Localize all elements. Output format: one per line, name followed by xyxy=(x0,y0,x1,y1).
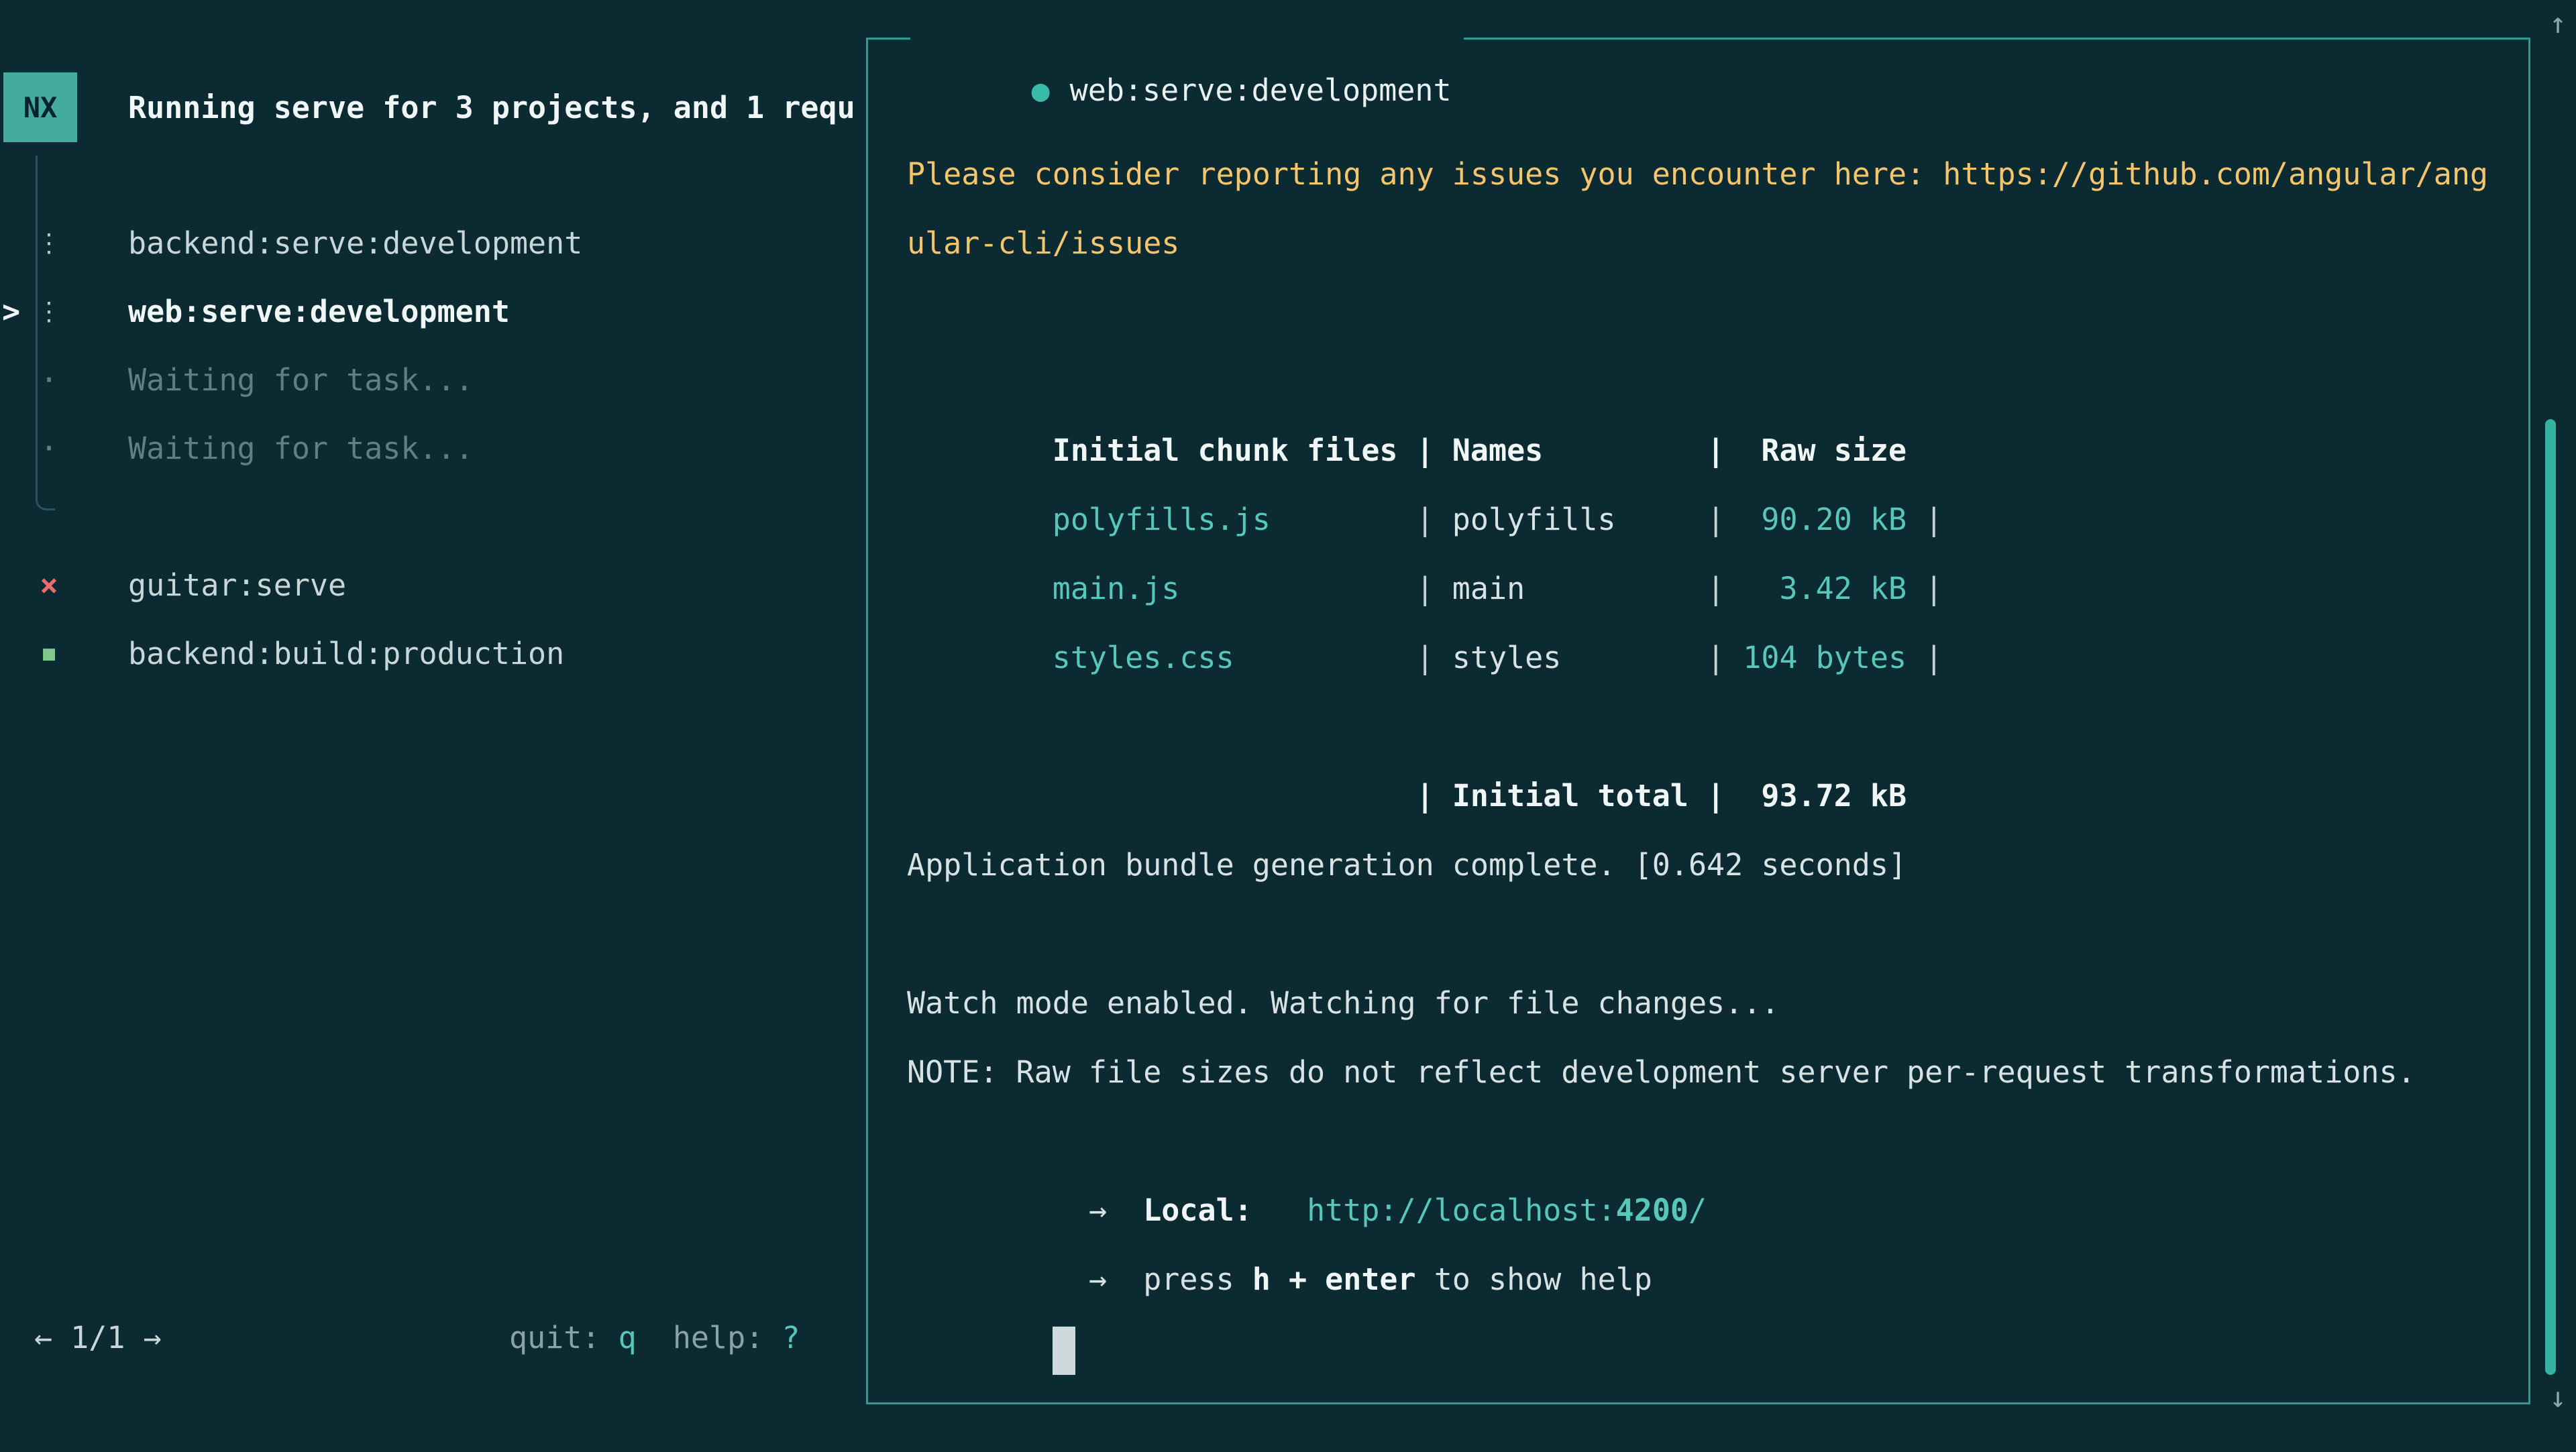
help-pre-text: press xyxy=(1143,1262,1252,1297)
waiting-dot-icon: · xyxy=(34,431,64,466)
task-label: backend:build:production xyxy=(128,636,564,671)
selected-caret-icon: > xyxy=(2,294,20,329)
task-item-guitar-serve[interactable]: × guitar:serve xyxy=(0,551,864,619)
cell-file: main.js xyxy=(1053,571,1416,606)
issue-notice-line-2: ular-cli/issues xyxy=(907,209,2528,278)
cell-sep: | xyxy=(1416,571,1452,606)
task-label: backend:serve:development xyxy=(128,225,582,261)
local-label: Local: xyxy=(1143,1192,1252,1228)
task-item-backend-build[interactable]: ■ backend:build:production xyxy=(0,619,864,687)
scroll-up-icon[interactable]: ↑ xyxy=(2540,7,2576,40)
local-url-slash[interactable]: / xyxy=(1688,1192,1707,1228)
blank-line xyxy=(907,278,2528,347)
help-post-text: to show help xyxy=(1416,1262,1652,1297)
success-square-icon: ■ xyxy=(34,642,64,665)
task-label: Waiting for task... xyxy=(128,362,474,398)
task-item-waiting-2[interactable]: · Waiting for task... xyxy=(0,414,864,482)
cell-file: styles.css xyxy=(1053,640,1416,675)
task-label: web:serve:development xyxy=(128,294,510,329)
task-sidebar: NX Running serve for 3 projects, and 1 r… xyxy=(0,0,864,1449)
task-output-panel: ● web:serve:development Please consider r… xyxy=(866,38,2530,1404)
total-value: 93.72 kB xyxy=(1725,778,1907,814)
pager-next-icon[interactable]: → xyxy=(144,1320,162,1355)
pager: ← 1/1 → xyxy=(34,1303,162,1372)
cell-sep: | xyxy=(1707,778,1725,814)
running-dot-icon: ● xyxy=(1032,72,1050,108)
cell-size: 3.42 kB xyxy=(1725,571,1907,606)
nx-terminal-ui: NX Running serve for 3 projects, and 1 r… xyxy=(0,0,2576,1449)
header-sep: | xyxy=(1416,433,1452,468)
sidebar-footer: ← 1/1 → quit: q help: ? xyxy=(0,1303,864,1372)
cell-name: styles xyxy=(1452,640,1707,675)
failed-x-icon: × xyxy=(34,567,64,603)
header-names: Names xyxy=(1452,433,1707,468)
run-summary-title: Running serve for 3 projects, and 1 requ xyxy=(128,90,855,125)
cell-size: 104 bytes xyxy=(1725,640,1907,675)
indent xyxy=(1053,1262,1089,1297)
gap xyxy=(1252,1192,1307,1228)
chunk-table-header: Initial chunk files | Names | Raw size xyxy=(907,347,2528,416)
task-item-web-serve[interactable]: > ⋮ web:serve:development xyxy=(0,277,864,345)
task-item-waiting-1[interactable]: · Waiting for task... xyxy=(0,345,864,414)
task-item-backend-serve[interactable]: ⋮ backend:serve:development xyxy=(0,209,864,277)
terminal-cursor xyxy=(1053,1327,1075,1375)
gap xyxy=(1107,1192,1143,1228)
nx-logo: NX xyxy=(3,72,77,142)
arrow-icon: → xyxy=(1089,1262,1107,1297)
initial-total-row: | Initial total | 93.72 kB xyxy=(907,692,2528,761)
panel-title: ●web:serve:development xyxy=(910,14,1464,65)
finished-task-list: × guitar:serve ■ backend:build:productio… xyxy=(0,551,864,687)
task-label: guitar:serve xyxy=(128,567,346,603)
cell-sep: | xyxy=(1707,571,1725,606)
quit-key: q xyxy=(619,1320,637,1355)
scrollbar-thumb[interactable] xyxy=(2545,419,2556,1375)
pager-prev-icon[interactable]: ← xyxy=(34,1320,52,1355)
gap xyxy=(1107,1262,1143,1297)
cell-sep: | xyxy=(1907,571,1943,606)
header-sep: | xyxy=(1707,433,1725,468)
local-url[interactable]: http://localhost: xyxy=(1307,1192,1616,1228)
header-raw-size: Raw size xyxy=(1725,433,1907,468)
total-label: Initial total xyxy=(1452,778,1707,814)
watch-mode-line: Watch mode enabled. Watching for file ch… xyxy=(907,968,2528,1038)
keyboard-hints: quit: q help: ? xyxy=(509,1303,800,1372)
cell-file: polyfills.js xyxy=(1053,502,1416,537)
pager-position: 1/1 xyxy=(52,1320,143,1355)
quit-hint-label: quit: xyxy=(509,1320,619,1355)
cell-sep: | xyxy=(1416,502,1452,537)
cell-pad xyxy=(1053,778,1416,814)
cell-sep: | xyxy=(1416,778,1452,814)
local-url-port[interactable]: 4200 xyxy=(1616,1192,1688,1228)
cell-name: main xyxy=(1452,571,1707,606)
cell-sep: | xyxy=(1707,502,1725,537)
cell-sep: | xyxy=(1707,640,1725,675)
indent xyxy=(1053,1192,1089,1228)
cell-size: 90.20 kB xyxy=(1725,502,1907,537)
arrow-icon: → xyxy=(1089,1192,1107,1228)
help-hint-label: help: xyxy=(637,1320,782,1355)
scroll-down-icon[interactable]: ↓ xyxy=(2540,1381,2576,1414)
blank-line xyxy=(907,899,2528,968)
local-url-line: → Local: http://localhost:4200/ xyxy=(907,1107,2528,1176)
note-line: NOTE: Raw file sizes do not reflect deve… xyxy=(907,1038,2528,1107)
terminal-output: Please consider reporting any issues you… xyxy=(868,40,2528,1314)
issue-notice-line-1: Please consider reporting any issues you… xyxy=(907,139,2528,209)
help-key: ? xyxy=(782,1320,800,1355)
cell-sep: | xyxy=(1416,640,1452,675)
help-keys: h + enter xyxy=(1252,1262,1416,1297)
cell-sep: | xyxy=(1907,640,1943,675)
cell-sep: | xyxy=(1907,502,1943,537)
spinner-icon: ⋮ xyxy=(34,228,64,258)
cell-name: polyfills xyxy=(1452,502,1707,537)
header-files: Initial chunk files xyxy=(1053,433,1416,468)
task-label: Waiting for task... xyxy=(128,431,474,466)
bundle-complete-line: Application bundle generation complete. … xyxy=(907,830,2528,899)
sidebar-header: NX Running serve for 3 projects, and 1 r… xyxy=(3,72,855,142)
spinner-icon: ⋮ xyxy=(34,296,64,326)
running-task-list: ⋮ backend:serve:development > ⋮ web:serv… xyxy=(0,209,864,482)
panel-title-text: web:serve:development xyxy=(1070,72,1452,108)
waiting-dot-icon: · xyxy=(34,362,64,398)
